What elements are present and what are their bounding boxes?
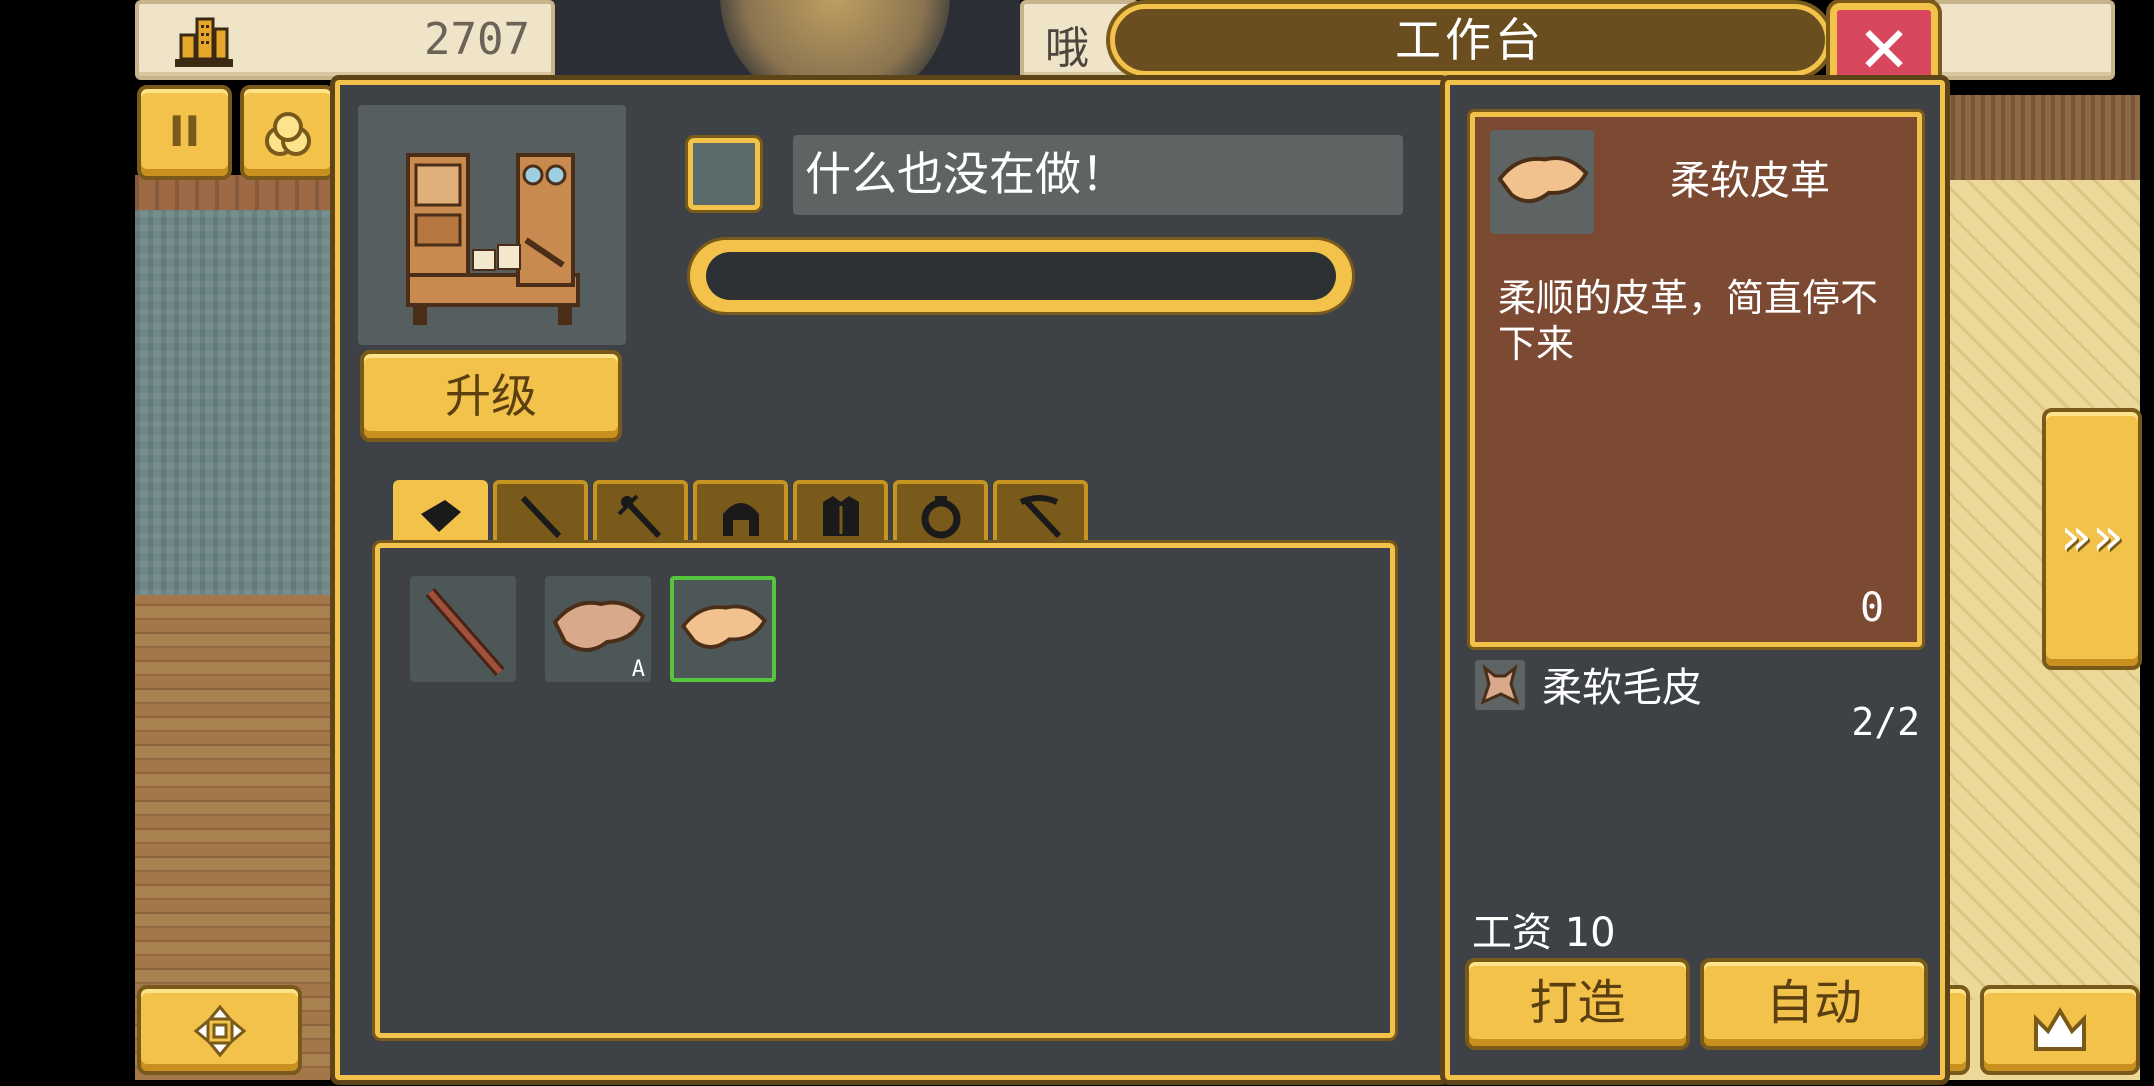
progress-bar: [706, 252, 1336, 300]
fast-forward-icon: »»: [2060, 507, 2124, 567]
recipe-slot-soft-leather[interactable]: [670, 576, 776, 682]
fur-icon: [1480, 664, 1520, 705]
workbench-icon: [406, 153, 580, 325]
item-description: 柔顺的皮革，简直停不下来: [1498, 276, 1879, 366]
stone-floor: [135, 210, 330, 595]
item-name: 柔软皮革: [1670, 158, 1830, 204]
tab-rings[interactable]: [893, 480, 988, 545]
workbench-portrait: [358, 105, 626, 345]
move-arrows-icon: [193, 1004, 246, 1058]
material-count: 2/2: [1851, 700, 1920, 744]
crown-button[interactable]: [1980, 985, 2140, 1075]
wage-label: 工资 10: [1472, 910, 1616, 956]
recipe-slot-leather[interactable]: A: [545, 576, 651, 682]
tab-sticks[interactable]: [493, 480, 588, 545]
material-icon-frame: [1475, 660, 1525, 710]
item-owned-count: 0: [1860, 585, 1885, 631]
status-text: 什么也没在做！: [793, 135, 1403, 215]
auto-craft-button[interactable]: 自动: [1700, 958, 1928, 1050]
item-icon-frame: [1490, 130, 1594, 234]
wooden-fence: [1945, 95, 2140, 180]
helmet-icon: [722, 503, 759, 536]
tab-helmets[interactable]: [693, 480, 788, 545]
crown-icon: [2034, 1007, 2086, 1051]
next-page-button[interactable]: »»: [2042, 408, 2142, 670]
upgrade-button[interactable]: 升级: [360, 350, 622, 442]
stick-icon: [520, 495, 561, 539]
staff-icon: [617, 494, 661, 539]
top-right-bar: [1930, 0, 2115, 80]
window-title: 工作台: [1395, 13, 1545, 67]
coins-button[interactable]: [240, 85, 335, 180]
tab-staffs[interactable]: [593, 480, 688, 545]
soft-leather-icon: [1497, 156, 1589, 204]
status-indicator: [688, 138, 760, 210]
move-button[interactable]: [137, 985, 302, 1075]
pause-icon: II: [168, 107, 201, 156]
notification-text: 哦: [1045, 23, 1089, 74]
tab-armor[interactable]: [793, 480, 888, 545]
pickaxe-icon: [1019, 495, 1061, 539]
craft-button[interactable]: 打造: [1465, 958, 1690, 1050]
recipe-badge: A: [631, 657, 645, 682]
ring-icon: [921, 496, 960, 539]
building-icon: [175, 17, 233, 67]
armor-icon: [822, 496, 859, 536]
soft-leather-icon: [680, 604, 767, 649]
coins-icon: [264, 112, 311, 156]
leather-icon: [420, 500, 461, 532]
recipe-list: [375, 543, 1395, 1038]
pause-button[interactable]: II: [137, 85, 232, 180]
wooden-stick-icon: [425, 588, 505, 676]
tab-materials[interactable]: [393, 480, 488, 545]
material-name: 柔软毛皮: [1542, 665, 1702, 711]
tab-tools[interactable]: [993, 480, 1088, 545]
recipe-slot-stick[interactable]: [410, 576, 516, 682]
money-value: 2707: [424, 14, 530, 65]
